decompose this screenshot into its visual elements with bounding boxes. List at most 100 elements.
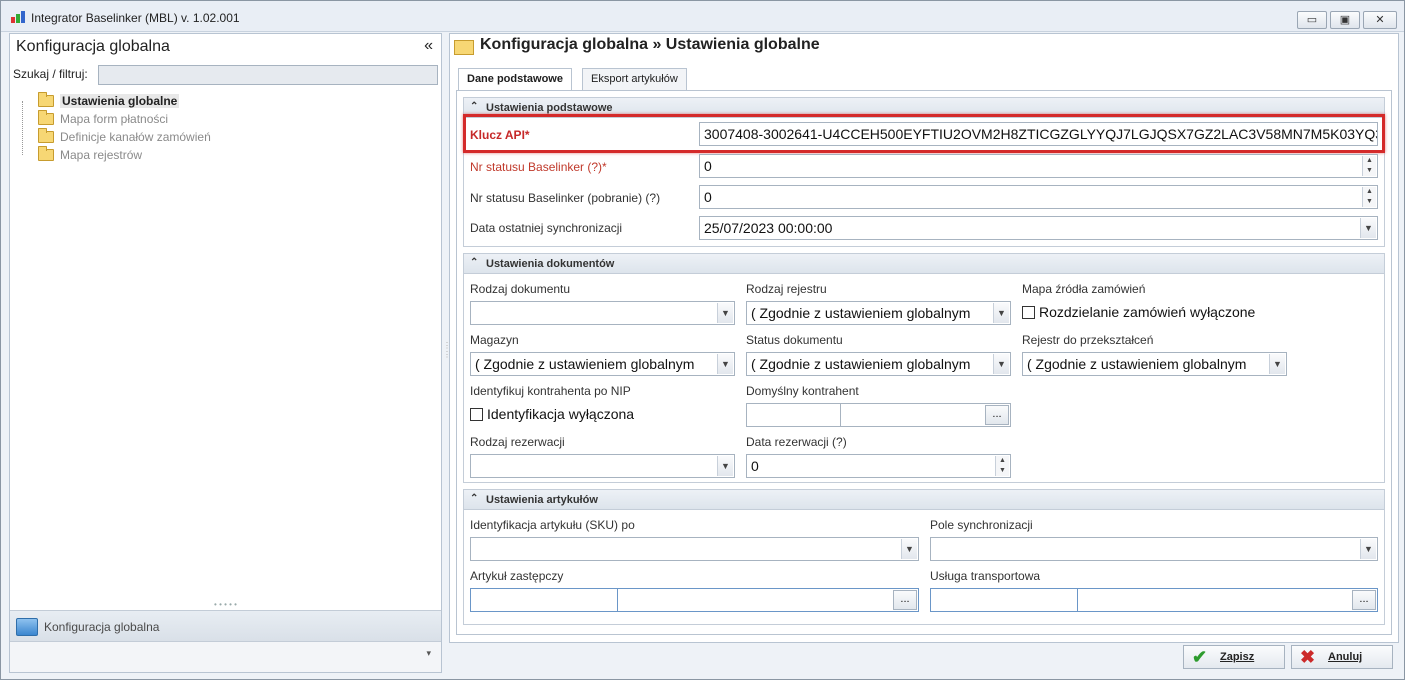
warehouse-label: Magazyn bbox=[470, 333, 519, 347]
status-fetch-input[interactable]: 0 ▲ ▼ bbox=[699, 185, 1378, 209]
folder-icon bbox=[38, 110, 54, 125]
sku-select[interactable]: ▼ bbox=[470, 537, 919, 561]
save-button[interactable]: ✔ Zapisz bbox=[1183, 645, 1285, 669]
reservation-date-input[interactable]: 0 ▲ ▼ bbox=[746, 454, 1011, 478]
app-logo-icon bbox=[11, 11, 25, 23]
split-orders-checkbox[interactable] bbox=[1022, 306, 1035, 319]
tree-item-mapa-rejestrow[interactable]: Mapa rejestrów bbox=[18, 146, 318, 164]
spin-buttons-icon[interactable]: ▲ ▼ bbox=[1362, 187, 1376, 207]
chevron-down-icon[interactable]: ▼ bbox=[1360, 218, 1376, 238]
status-value: 0 bbox=[704, 158, 712, 174]
collapse-panel-icon[interactable]: « bbox=[424, 37, 433, 55]
api-key-highlight bbox=[463, 114, 1385, 153]
tab-label: Eksport artykułów bbox=[591, 73, 678, 85]
nav-options-dropdown-icon[interactable]: ▾ bbox=[426, 648, 431, 659]
group-header[interactable]: ⌃ Ustawienia dokumentów bbox=[464, 254, 1384, 274]
last-sync-datepicker[interactable]: 25/07/2023 00:00:00 ▼ bbox=[699, 216, 1378, 240]
cancel-x-icon: ✖ bbox=[1300, 647, 1316, 667]
transport-label: Usługa transportowa bbox=[930, 569, 1041, 583]
search-input[interactable] bbox=[98, 65, 438, 85]
default-contractor-code-input[interactable] bbox=[746, 403, 841, 427]
last-sync-value: 25/07/2023 00:00:00 bbox=[704, 220, 833, 236]
tree-item-definicje-kanalow[interactable]: Definicje kanałów zamówień bbox=[18, 128, 318, 146]
minimize-button[interactable]: ▭ bbox=[1297, 11, 1327, 29]
tree-item-ustawienia-globalne[interactable]: Ustawienia globalne bbox=[18, 92, 318, 110]
nav-footer-bar: ▾ bbox=[10, 642, 441, 672]
status-fetch-value: 0 bbox=[704, 189, 712, 205]
chevron-down-icon[interactable]: ▼ bbox=[717, 354, 733, 374]
maximize-icon: ▣ bbox=[1339, 14, 1351, 26]
substitute-label: Artykuł zastępczy bbox=[470, 569, 564, 583]
group-title: Ustawienia artykułów bbox=[486, 494, 598, 506]
default-contractor-label: Domyślny kontrahent bbox=[746, 384, 859, 398]
cancel-button-label: Anuluj bbox=[1328, 651, 1363, 663]
doc-type-label: Rodzaj dokumentu bbox=[470, 282, 571, 296]
substitute-name-input[interactable]: ... bbox=[617, 588, 919, 612]
register-type-label: Rodzaj rejestru bbox=[746, 282, 827, 296]
tab-dane-podstawowe[interactable]: Dane podstawowe bbox=[458, 68, 572, 91]
register-type-select[interactable]: ( Zgodnie z ustawieniem globalnym ▼ bbox=[746, 301, 1011, 325]
browse-button[interactable]: ... bbox=[893, 590, 917, 610]
window-title: Integrator Baselinker (MBL) v. 1.02.001 bbox=[31, 11, 240, 25]
transport-code-input[interactable] bbox=[930, 588, 1078, 612]
identify-check-label: Identyfikacja wyłączona bbox=[487, 406, 635, 422]
sync-field-select[interactable]: ▼ bbox=[930, 537, 1378, 561]
default-contractor-name-input[interactable]: ... bbox=[840, 403, 1011, 427]
nav-section-button[interactable]: Konfiguracja globalna bbox=[10, 610, 441, 642]
checkmark-icon: ✔ bbox=[1192, 647, 1208, 667]
close-icon: ✕ bbox=[1375, 14, 1385, 26]
warehouse-select[interactable]: ( Zgodnie z ustawieniem globalnym ▼ bbox=[470, 352, 735, 376]
panel-splitter-handle[interactable]: • • • • • bbox=[10, 601, 441, 610]
cancel-button[interactable]: ✖ Anuluj bbox=[1291, 645, 1393, 669]
browse-button[interactable]: ... bbox=[1352, 590, 1376, 610]
split-orders-label: Rozdzielanie zamówień wyłączone bbox=[1039, 304, 1256, 320]
reservation-type-select[interactable]: ▼ bbox=[470, 454, 735, 478]
last-sync-label: Data ostatniej synchronizacji bbox=[470, 221, 623, 235]
reservation-date-value: 0 bbox=[751, 458, 759, 474]
identify-nip-checkbox[interactable] bbox=[470, 408, 483, 421]
chevron-down-icon[interactable]: ▼ bbox=[993, 303, 1009, 323]
identify-nip-label: Identyfikuj kontrahenta po NIP bbox=[470, 384, 631, 398]
folder-icon bbox=[38, 92, 54, 107]
title-bar: Integrator Baselinker (MBL) v. 1.02.001 … bbox=[1, 1, 1404, 32]
transport-name-input[interactable]: ... bbox=[1077, 588, 1378, 612]
tab-eksport-artykulow[interactable]: Eksport artykułów bbox=[582, 68, 687, 90]
chevron-down-icon[interactable]: ▼ bbox=[993, 354, 1009, 374]
chevron-down-icon[interactable]: ▼ bbox=[901, 539, 917, 559]
collapse-chevron-icon: ⌃ bbox=[470, 257, 479, 268]
spin-buttons-icon[interactable]: ▲ ▼ bbox=[995, 456, 1009, 476]
content-panel: Konfiguracja globalna » Ustawienia globa… bbox=[449, 33, 1399, 643]
vertical-splitter[interactable]: ⋮ ⋮ bbox=[443, 341, 451, 359]
transform-register-value: ( Zgodnie z ustawieniem globalnym bbox=[1027, 356, 1247, 372]
app-window: Integrator Baselinker (MBL) v. 1.02.001 … bbox=[0, 0, 1405, 680]
transform-register-select[interactable]: ( Zgodnie z ustawieniem globalnym ▼ bbox=[1022, 352, 1287, 376]
navigation-panel: Konfiguracja globalna « Szukaj / filtruj… bbox=[9, 33, 442, 673]
doc-type-select[interactable]: ▼ bbox=[470, 301, 735, 325]
collapse-chevron-icon: ⌃ bbox=[470, 101, 479, 112]
close-button[interactable]: ✕ bbox=[1363, 11, 1397, 29]
substitute-code-input[interactable] bbox=[470, 588, 618, 612]
group-header[interactable]: ⌃ Ustawienia artykułów bbox=[464, 490, 1384, 510]
status-input[interactable]: 0 ▲ ▼ bbox=[699, 154, 1378, 178]
page-title: Konfiguracja globalna » Ustawienia globa… bbox=[480, 36, 820, 53]
sku-label: Identyfikacja artykułu (SKU) po bbox=[470, 518, 635, 532]
tree-item-label: Mapa rejestrów bbox=[60, 148, 143, 162]
browse-button[interactable]: ... bbox=[985, 405, 1009, 425]
search-label: Szukaj / filtruj: bbox=[13, 67, 88, 81]
chevron-down-icon[interactable]: ▼ bbox=[717, 456, 733, 476]
register-type-value: ( Zgodnie z ustawieniem globalnym bbox=[751, 305, 971, 321]
warehouse-value: ( Zgodnie z ustawieniem globalnym bbox=[475, 356, 695, 372]
chevron-down-icon[interactable]: ▼ bbox=[1269, 354, 1285, 374]
reservation-type-label: Rodzaj rezerwacji bbox=[470, 435, 565, 449]
open-folder-icon bbox=[16, 618, 38, 636]
save-button-label: Zapisz bbox=[1220, 651, 1255, 663]
chevron-down-icon[interactable]: ▼ bbox=[1360, 539, 1376, 559]
chevron-down-icon[interactable]: ▼ bbox=[717, 303, 733, 323]
tab-label: Dane podstawowe bbox=[467, 73, 563, 85]
tree-item-mapa-form-platnosci[interactable]: Mapa form płatności bbox=[18, 110, 318, 128]
spin-buttons-icon[interactable]: ▲ ▼ bbox=[1362, 156, 1376, 176]
doc-status-select[interactable]: ( Zgodnie z ustawieniem globalnym ▼ bbox=[746, 352, 1011, 376]
folder-icon bbox=[454, 40, 474, 55]
maximize-button[interactable]: ▣ bbox=[1330, 11, 1360, 29]
tab-content: ⌃ Ustawienia podstawowe Klucz API* 30074… bbox=[456, 90, 1392, 635]
